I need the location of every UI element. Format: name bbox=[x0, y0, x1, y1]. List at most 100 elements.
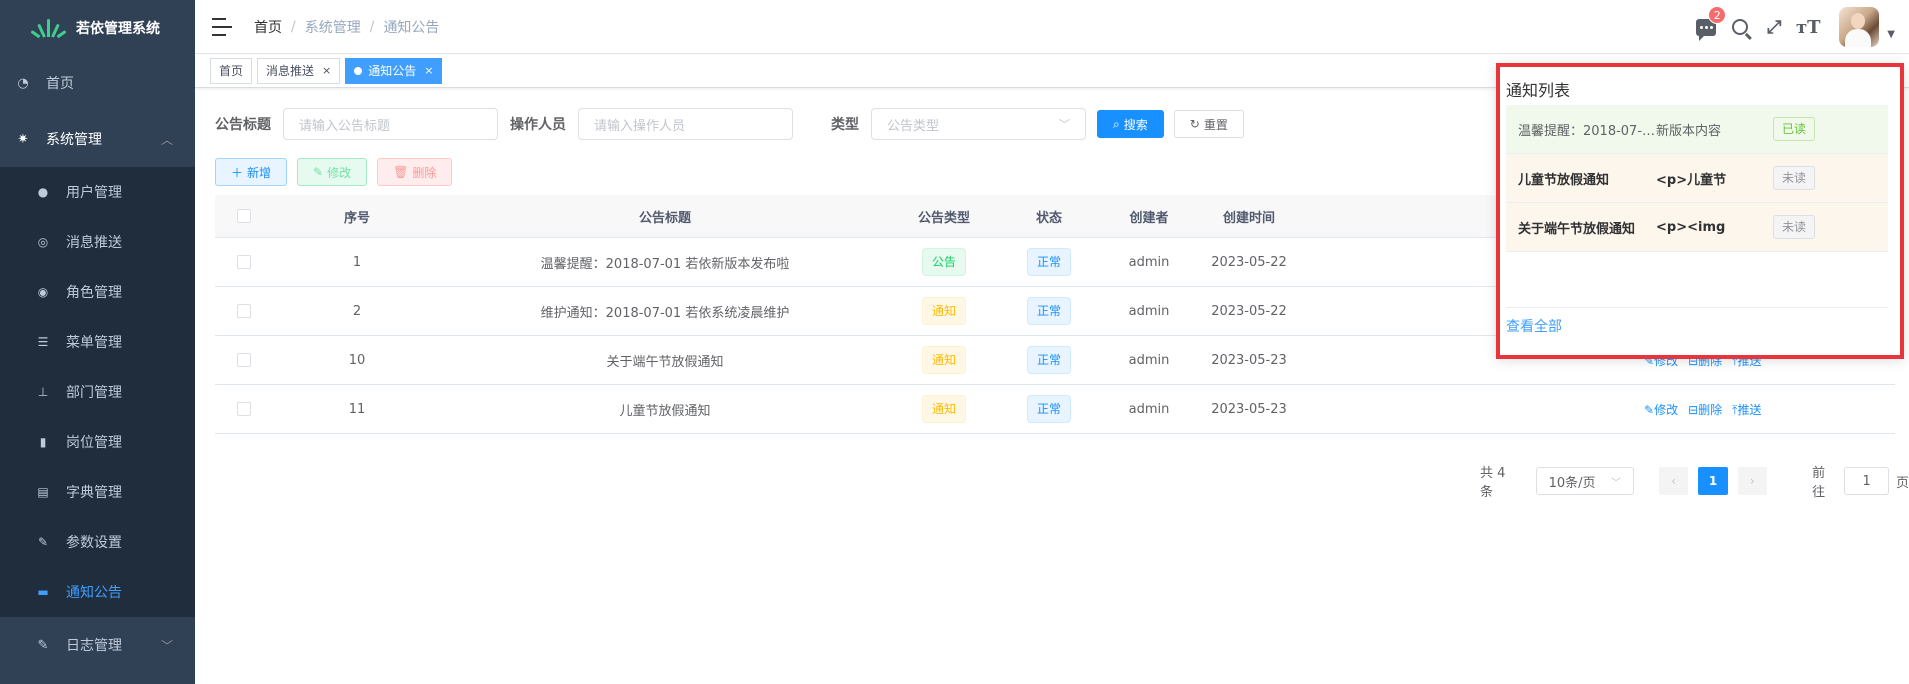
sidebar-item-label: 字典管理 bbox=[66, 485, 122, 501]
right-menu: 2 ⤢ ᴛT ▼ bbox=[1689, 0, 1909, 54]
trash-icon: ⊟ bbox=[1688, 402, 1699, 417]
notice-item[interactable]: 儿童节放假通知 <p>儿童节 未读 bbox=[1506, 154, 1888, 203]
sidebar-item-notices[interactable]: ▬ 通知公告 bbox=[0, 567, 195, 617]
placeholder: 请输入操作人员 bbox=[594, 118, 686, 134]
prev-page-button[interactable]: ‹ bbox=[1659, 467, 1689, 495]
sidebar-item-home[interactable]: ◔ 首页 bbox=[0, 55, 195, 111]
operator-search-input[interactable]: 请输入操作人员 bbox=[578, 108, 793, 140]
type-tag: 公告 bbox=[921, 248, 966, 276]
active-dot-icon bbox=[354, 67, 363, 75]
col-header-type: 公告类型 bbox=[917, 210, 970, 226]
next-page-button[interactable]: › bbox=[1737, 467, 1768, 495]
app-logo[interactable]: 若依管理系统 bbox=[0, 0, 195, 55]
sidebar-item-logs[interactable]: ✎ 日志管理 ﹀ bbox=[0, 617, 195, 673]
chevron-right-icon: › bbox=[1750, 474, 1755, 488]
tag-home[interactable]: 首页 bbox=[210, 58, 253, 84]
breadcrumb-home[interactable]: 首页 bbox=[254, 17, 282, 37]
tree-icon: ⊥ bbox=[37, 385, 49, 399]
header-search-button[interactable] bbox=[1723, 0, 1757, 54]
op-label: 修改 bbox=[1654, 402, 1679, 417]
search-button[interactable]: ⌕ 搜索 bbox=[1097, 110, 1164, 138]
status-badge: 正常 bbox=[1026, 248, 1071, 276]
row-push-button[interactable]: ⤒推送 bbox=[1732, 401, 1761, 418]
edit-icon: ✎ bbox=[313, 165, 324, 179]
sidebar-item-label: 部门管理 bbox=[66, 385, 122, 401]
notice-body: 新版本内容 bbox=[1656, 123, 1722, 139]
tag-label: 首页 bbox=[219, 64, 244, 78]
col-header-title: 公告标题 bbox=[638, 210, 691, 226]
notice-item[interactable]: 温馨提醒：2018-07-01 若依新版本发布啦新版本内容 已读 bbox=[1506, 105, 1888, 154]
edit-icon: ✎ bbox=[37, 535, 49, 549]
refresh-icon: ↻ bbox=[1189, 117, 1200, 131]
sidebar-item-message-push[interactable]: ◎ 消息推送 bbox=[0, 217, 195, 267]
close-icon[interactable]: × bbox=[424, 59, 433, 83]
cell-creator: admin bbox=[1128, 303, 1170, 319]
edit-icon: ✎ bbox=[1644, 402, 1655, 417]
sidebar-item-label: 日志管理 bbox=[66, 638, 122, 654]
app-title: 若依管理系统 bbox=[76, 20, 160, 37]
goto-page-input[interactable]: 1 bbox=[1844, 467, 1889, 495]
search-icon bbox=[1732, 19, 1749, 35]
sidebar-item-dictionary[interactable]: ▤ 字典管理 bbox=[0, 467, 195, 517]
title-search-input[interactable]: 请输入公告标题 bbox=[283, 108, 498, 140]
search-icon: ⌕ bbox=[1113, 116, 1120, 131]
tag-message-push[interactable]: 消息推送 × bbox=[257, 58, 341, 84]
reset-button[interactable]: ↻ 重置 bbox=[1173, 110, 1244, 138]
dict-icon: ▤ bbox=[37, 485, 49, 499]
sidebar-item-users[interactable]: ● 用户管理 bbox=[0, 167, 195, 217]
sidebar-item-system[interactable]: ✷ 系统管理 ︿ bbox=[0, 111, 195, 167]
page-number-1[interactable]: 1 bbox=[1698, 467, 1728, 495]
sidebar-item-menus[interactable]: ☰ 菜单管理 bbox=[0, 317, 195, 367]
notice-popover: 通知列表 温馨提醒：2018-07-01 若依新版本发布啦新版本内容 已读儿童节放… bbox=[1496, 63, 1904, 359]
page-size-select[interactable]: 10条/页 ﹀ bbox=[1535, 467, 1635, 495]
status-badge: 正常 bbox=[1026, 395, 1071, 423]
row-checkbox[interactable] bbox=[237, 353, 251, 367]
row-edit-button[interactable]: ✎修改 bbox=[1644, 401, 1678, 418]
sidebar-item-label: 参数设置 bbox=[66, 535, 122, 551]
font-size-icon: ᴛT bbox=[1796, 16, 1821, 38]
avatar[interactable] bbox=[1839, 7, 1880, 47]
cell-time: 2023-05-22 bbox=[1211, 254, 1287, 270]
sidebar-item-departments[interactable]: ⊥ 部门管理 bbox=[0, 367, 195, 417]
col-header-index: 序号 bbox=[343, 210, 370, 226]
cell-index: 1 bbox=[352, 254, 362, 270]
row-checkbox[interactable] bbox=[237, 402, 251, 416]
plus-icon: ＋ bbox=[231, 165, 244, 180]
type-select[interactable]: 公告类型 ﹀ bbox=[871, 108, 1086, 140]
sidebar-item-label: 消息推送 bbox=[66, 235, 122, 251]
hamburger-icon[interactable] bbox=[212, 17, 232, 36]
delete-button[interactable]: 🗑 删除 bbox=[377, 158, 453, 186]
tag-notices[interactable]: 通知公告 × bbox=[345, 58, 443, 84]
page-unit-label: 页 bbox=[1896, 475, 1909, 491]
goto-label: 前往 bbox=[1812, 466, 1826, 500]
cell-title: 儿童节放假通知 bbox=[619, 403, 711, 419]
row-checkbox[interactable] bbox=[237, 304, 251, 318]
add-button[interactable]: ＋新增 bbox=[215, 158, 288, 186]
cell-index: 10 bbox=[348, 352, 366, 368]
notice-body: <p>儿童节 bbox=[1656, 172, 1727, 188]
caret-down-icon[interactable]: ▼ bbox=[1887, 29, 1895, 40]
notice-bell-button[interactable]: 2 bbox=[1689, 0, 1727, 54]
sidebar-item-roles[interactable]: ◉ 角色管理 bbox=[0, 267, 195, 317]
table-row[interactable]: 11 儿童节放假通知 通知 正常 admin 2023-05-23 ✎修改 ⊟删除 ⤒推送 bbox=[215, 385, 1895, 434]
placeholder: 公告类型 bbox=[887, 118, 940, 134]
sidebar: 若依管理系统 ◔ 首页 ✷ 系统管理 ︿ ● 用户管理 ◎ 消息推送 ◉ 角色管理 ☰… bbox=[0, 0, 195, 684]
row-checkbox[interactable] bbox=[237, 255, 251, 269]
sidebar-item-settings[interactable]: ✎ 参数设置 bbox=[0, 517, 195, 567]
sidebar-item-posts[interactable]: ▮ 岗位管理 bbox=[0, 417, 195, 467]
fullscreen-button[interactable]: ⤢ bbox=[1757, 0, 1791, 54]
button-label: 新增 bbox=[247, 165, 272, 180]
cell-creator: admin bbox=[1128, 352, 1170, 368]
chevron-down-icon: ﹀ bbox=[1611, 477, 1622, 489]
sidebar-item-label: 用户管理 bbox=[66, 185, 122, 201]
notice-item[interactable]: 关于端午节放假通知 <p><img 未读 bbox=[1506, 203, 1888, 252]
notice-title: 关于端午节放假通知 bbox=[1518, 221, 1636, 237]
view-all-link[interactable]: 查看全部 bbox=[1506, 307, 1888, 336]
row-delete-button[interactable]: ⊟删除 bbox=[1688, 401, 1722, 418]
operator-label: 操作人员 bbox=[510, 117, 566, 133]
select-all-checkbox[interactable] bbox=[237, 209, 251, 223]
edit-button[interactable]: ✎ 修改 bbox=[297, 158, 368, 186]
sidebar-item-label: 首页 bbox=[46, 76, 74, 92]
close-icon[interactable]: × bbox=[322, 59, 331, 83]
size-select-button[interactable]: ᴛT bbox=[1791, 0, 1825, 54]
